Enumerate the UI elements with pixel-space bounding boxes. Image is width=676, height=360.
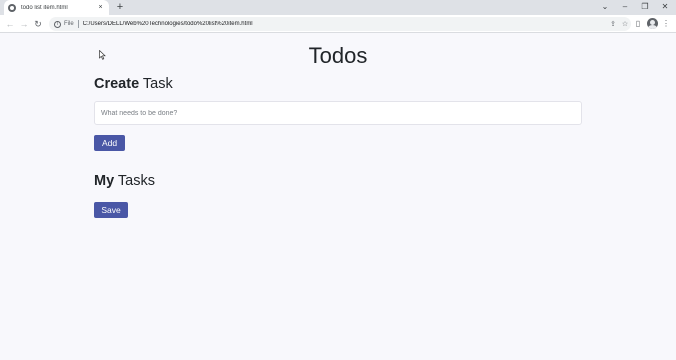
close-tab-icon[interactable]: × bbox=[96, 3, 105, 12]
heading-bold: Create bbox=[94, 76, 140, 92]
address-bar[interactable]: i File C:/Users/DELL/Web%20Technologies/… bbox=[49, 17, 631, 31]
tab-title: todo list item.html bbox=[21, 4, 68, 11]
save-button[interactable]: Save bbox=[94, 202, 128, 218]
heading-rest: Task bbox=[139, 76, 173, 92]
url-text[interactable]: C:/Users/DELL/Web%20Technologies/todo%20… bbox=[83, 21, 607, 27]
new-tab-button[interactable]: + bbox=[114, 1, 126, 13]
heading-bold: My bbox=[94, 173, 115, 189]
reload-icon[interactable]: ↻ bbox=[32, 18, 44, 30]
browser-toolbar: ← → ↻ i File C:/Users/DELL/Web%20Technol… bbox=[0, 15, 676, 33]
bookmark-star-icon[interactable]: ☆ bbox=[619, 20, 631, 28]
create-task-heading: Create Task bbox=[94, 76, 173, 92]
forward-icon[interactable]: → bbox=[18, 18, 30, 30]
globe-icon bbox=[8, 3, 16, 12]
browser-tab[interactable]: todo list item.html × bbox=[4, 0, 109, 15]
minimize-button[interactable]: – bbox=[615, 0, 635, 14]
back-icon[interactable]: ← bbox=[4, 18, 16, 30]
page-title: Todos bbox=[308, 43, 368, 68]
task-input[interactable] bbox=[94, 101, 582, 125]
menu-icon[interactable]: ⋮ bbox=[660, 18, 672, 30]
page-content: Todos Create Task Add My Tasks Save bbox=[0, 34, 676, 360]
my-tasks-heading: My Tasks bbox=[94, 173, 155, 189]
profile-avatar-icon[interactable] bbox=[647, 18, 658, 29]
share-icon[interactable]: ⇪ bbox=[607, 20, 619, 28]
close-window-button[interactable]: ✕ bbox=[655, 0, 675, 14]
add-button[interactable]: Add bbox=[94, 135, 125, 151]
restore-button[interactable]: ❐ bbox=[635, 0, 655, 14]
info-icon[interactable]: i bbox=[54, 20, 61, 28]
tab-strip: todo list item.html × + ⌄ – ❐ ✕ bbox=[0, 0, 676, 15]
side-panel-icon[interactable]: ▯ bbox=[632, 18, 644, 30]
tab-search-icon[interactable]: ⌄ bbox=[595, 0, 615, 14]
divider bbox=[77, 20, 79, 28]
heading-rest: Tasks bbox=[114, 173, 155, 189]
url-scheme: File bbox=[64, 21, 74, 27]
